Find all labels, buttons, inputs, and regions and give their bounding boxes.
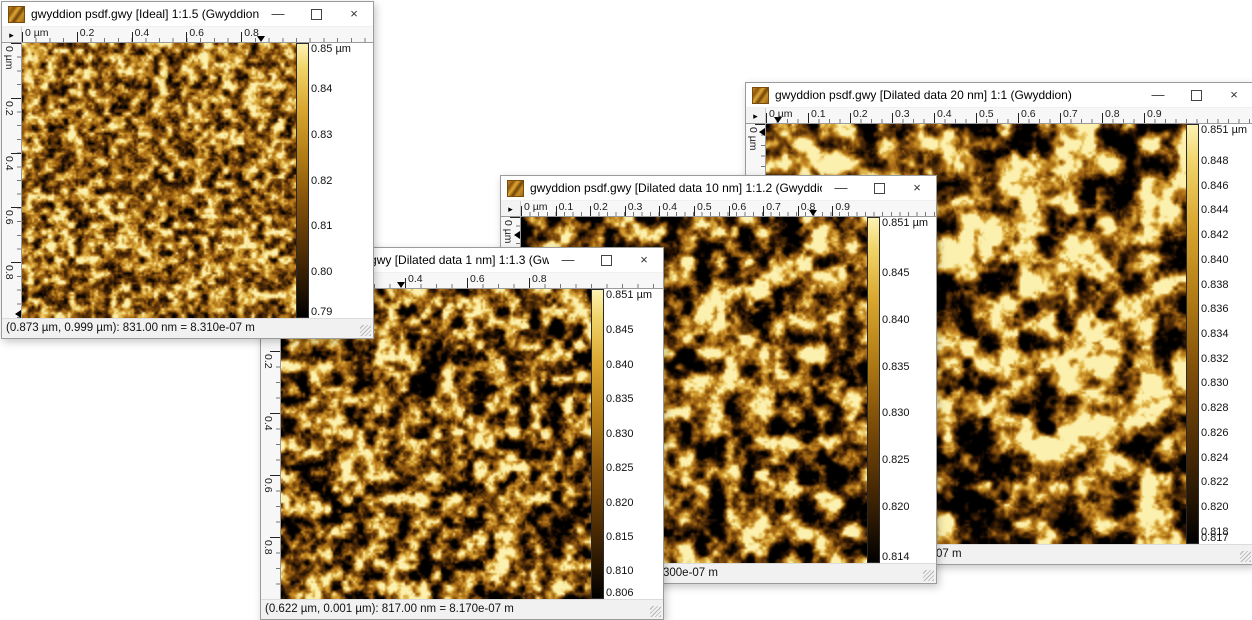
color-scale-bar [867, 217, 880, 563]
resize-grip[interactable] [650, 606, 661, 617]
minimize-button[interactable]: — [259, 2, 297, 26]
app-icon [8, 6, 25, 23]
vertical-ruler: 0 µm0.20.40.60.8 [2, 43, 22, 318]
color-scale-bar [296, 43, 309, 318]
ruler-row: ▸ 0 µm0.20.40.60.8 [2, 27, 373, 43]
horizontal-ruler: 0 µm0.10.20.30.40.50.60.70.80.9 [521, 201, 936, 217]
ruler-corner-button[interactable]: ▸ [746, 108, 766, 124]
status-text: (0.873 µm, 0.999 µm): 831.00 nm = 8.310e… [2, 319, 373, 337]
maximize-button[interactable] [1177, 83, 1215, 107]
color-scale-bar [1186, 124, 1199, 544]
window-title: gwyddion psdf.gwy [Dilated data 10 nm] 1… [530, 181, 822, 195]
minimize-button[interactable]: — [549, 248, 587, 272]
horizontal-ruler: 0 µm0.20.40.60.8 [22, 27, 373, 43]
resize-grip[interactable] [360, 325, 371, 336]
minimize-button[interactable]: — [822, 176, 860, 200]
maximize-icon [311, 9, 322, 20]
status-text: (0.622 µm, 0.001 µm): 817.00 nm = 8.170e… [261, 600, 663, 618]
ruler-corner-button[interactable]: ▸ [2, 27, 22, 43]
ruler-row: ▸ 0 µm0.10.20.30.40.50.60.70.80.9 [501, 201, 936, 217]
window-controls: — × [822, 176, 936, 200]
maximize-icon [874, 183, 885, 194]
close-button[interactable]: × [898, 176, 936, 200]
ruler-marker-icon [15, 310, 21, 318]
status-bar: (0.873 µm, 0.999 µm): 831.00 nm = 8.310e… [2, 318, 373, 338]
close-button[interactable]: × [335, 2, 373, 26]
ruler-marker-icon [759, 128, 765, 136]
minimize-button[interactable]: — [1139, 83, 1177, 107]
afm-image[interactable] [22, 43, 296, 318]
window-title: gwyddion psdf.gwy [Ideal] 1:1.5 (Gwyddio… [31, 7, 259, 21]
window-controls: — × [549, 248, 663, 272]
resize-grip[interactable] [1240, 551, 1251, 562]
color-scale-labels: 0.851 µm0.8450.8400.8350.8300.8250.8200.… [880, 217, 936, 563]
close-button[interactable]: × [625, 248, 663, 272]
window-controls: — × [259, 2, 373, 26]
maximize-button[interactable] [297, 2, 335, 26]
color-scale-bar [591, 289, 604, 599]
window-controls: — × [1139, 83, 1252, 107]
ruler-marker-icon [514, 231, 520, 239]
resize-grip[interactable] [923, 570, 934, 581]
app-icon [507, 180, 524, 197]
status-bar: (0.622 µm, 0.001 µm): 817.00 nm = 8.170e… [261, 599, 663, 619]
ruler-corner-button[interactable]: ▸ [501, 201, 521, 217]
color-scale-labels: 0.851 µm0.8450.8400.8350.8300.8250.8200.… [604, 289, 663, 599]
title-bar[interactable]: gwyddion psdf.gwy [Dilated data 10 nm] 1… [501, 176, 936, 201]
horizontal-ruler: 0 µm0.10.20.30.40.50.60.70.80.9 [766, 108, 1252, 124]
maximize-icon [1191, 90, 1202, 101]
close-button[interactable]: × [1215, 83, 1252, 107]
maximize-icon [601, 255, 612, 266]
ruler-marker-icon [397, 282, 405, 288]
maximize-button[interactable] [860, 176, 898, 200]
title-bar[interactable]: gwyddion psdf.gwy [Ideal] 1:1.5 (Gwyddio… [2, 2, 373, 27]
color-scale-labels: 0.85 µm0.840.830.820.810.800.79 [309, 43, 373, 318]
title-bar[interactable]: gwyddion psdf.gwy [Dilated data 20 nm] 1… [746, 83, 1252, 108]
ruler-row: ▸ 0 µm0.10.20.30.40.50.60.70.80.9 [746, 108, 1252, 124]
window-title: gwyddion psdf.gwy [Dilated data 20 nm] 1… [775, 88, 1139, 102]
window-ideal[interactable]: gwyddion psdf.gwy [Ideal] 1:1.5 (Gwyddio… [1, 1, 374, 339]
color-scale-labels: 0.851 µm0.8480.8460.8440.8420.8400.8380.… [1199, 124, 1252, 544]
app-icon [752, 87, 769, 104]
maximize-button[interactable] [587, 248, 625, 272]
